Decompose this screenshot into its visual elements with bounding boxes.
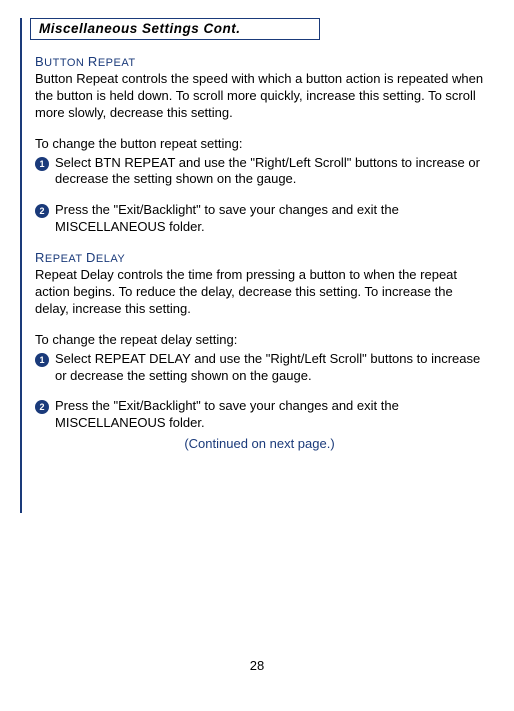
intro-line: To change the repeat delay setting:	[35, 332, 484, 349]
body-text: Button Repeat controls the speed with wh…	[35, 71, 484, 122]
continued-note: (Continued on next page.)	[35, 436, 484, 451]
page-number: 28	[0, 658, 514, 673]
header-box: Miscellaneous Settings Cont.	[30, 18, 320, 40]
page-content: Miscellaneous Settings Cont. BUTTON REPE…	[0, 0, 514, 451]
step-1: 1 Select REPEAT DELAY and use the "Right…	[35, 351, 484, 385]
section-heading-repeat-delay: REPEAT DELAY	[35, 250, 484, 265]
step-text: Press the "Exit/Backlight" to save your …	[55, 202, 484, 236]
step-text: Press the "Exit/Backlight" to save your …	[55, 398, 484, 432]
section-heading-button-repeat: BUTTON REPEAT	[35, 54, 484, 69]
left-vertical-rule	[20, 18, 22, 513]
step-number-icon: 1	[35, 353, 49, 367]
step-number-icon: 2	[35, 400, 49, 414]
step-1: 1 Select BTN REPEAT and use the "Right/L…	[35, 155, 484, 189]
step-2: 2 Press the "Exit/Backlight" to save you…	[35, 398, 484, 432]
step-number-icon: 1	[35, 157, 49, 171]
step-text: Select REPEAT DELAY and use the "Right/L…	[55, 351, 484, 385]
header-title: Miscellaneous Settings Cont.	[39, 21, 311, 36]
step-2: 2 Press the "Exit/Backlight" to save you…	[35, 202, 484, 236]
body-text: Repeat Delay controls the time from pres…	[35, 267, 484, 318]
step-text: Select BTN REPEAT and use the "Right/Lef…	[55, 155, 484, 189]
step-number-icon: 2	[35, 204, 49, 218]
intro-line: To change the button repeat setting:	[35, 136, 484, 153]
